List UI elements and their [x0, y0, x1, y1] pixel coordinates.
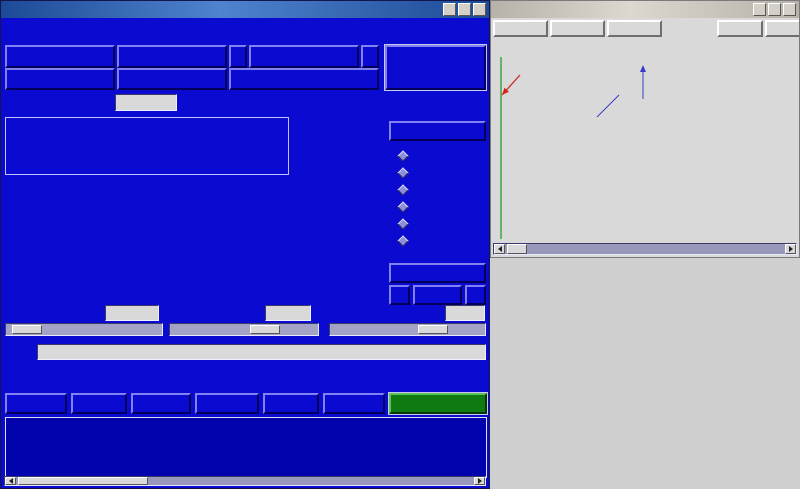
spindle-override-slider[interactable] — [329, 323, 486, 336]
reset-button[interactable] — [765, 20, 800, 37]
minimize-icon[interactable] — [753, 3, 766, 16]
scrollbar-thumb[interactable] — [507, 244, 527, 254]
close-icon[interactable] — [473, 3, 486, 16]
dro-axis-y[interactable] — [5, 183, 289, 231]
scroll-left-icon[interactable] — [494, 244, 505, 254]
slider-handle[interactable] — [250, 325, 280, 334]
radio-world[interactable] — [399, 234, 415, 248]
maximize-icon[interactable] — [768, 3, 781, 16]
desktop — [0, 0, 800, 489]
radio-diamond-icon — [397, 201, 408, 212]
pause-button[interactable] — [131, 393, 191, 414]
jog-plus-button[interactable] — [465, 285, 486, 305]
triangle-left-icon — [9, 478, 13, 484]
tkemc-window-controls — [443, 3, 489, 16]
step-button[interactable] — [263, 393, 319, 414]
tkemc-titlebar[interactable] — [1, 1, 489, 18]
axis-speed-value — [105, 305, 159, 321]
minimize-icon[interactable] — [443, 3, 456, 16]
triangle-right-icon — [478, 478, 482, 484]
view-yz-button[interactable] — [607, 20, 662, 37]
spindle-override-value — [445, 305, 485, 321]
slider-handle[interactable] — [12, 325, 42, 334]
verify-button[interactable] — [323, 393, 385, 414]
scroll-right-icon[interactable] — [785, 244, 796, 254]
spindle-decrease-button[interactable] — [229, 45, 247, 68]
feed-override-value — [265, 305, 311, 321]
resume-button[interactable] — [195, 393, 259, 414]
flood-toggle-button[interactable] — [117, 68, 227, 90]
tkemc-window — [0, 0, 490, 489]
backplot-wireframe — [493, 39, 799, 243]
brake-toggle-button[interactable] — [229, 68, 379, 90]
z-axis-arrowhead-icon — [640, 65, 646, 72]
triangle-left-icon — [498, 246, 502, 252]
backplot-canvas[interactable] — [493, 39, 799, 243]
jog-minus-button[interactable] — [389, 285, 410, 305]
feed-override-slider[interactable] — [169, 323, 319, 336]
optional-stop-button[interactable] — [389, 393, 487, 414]
radio-diamond-icon — [397, 167, 408, 178]
menubar — [1, 18, 489, 39]
dro-axis-z[interactable] — [5, 241, 289, 289]
jog-mode-button[interactable] — [389, 263, 486, 283]
mode-auto-button[interactable] — [5, 68, 115, 90]
override-limits-button[interactable] — [389, 121, 486, 141]
radio-diamond-icon — [397, 184, 408, 195]
radio-machine[interactable] — [399, 166, 415, 180]
scroll-right-icon[interactable] — [474, 477, 485, 485]
view-xy-button[interactable] — [493, 20, 548, 37]
abort-button[interactable] — [385, 45, 486, 90]
radio-diamond-icon — [397, 235, 408, 246]
scroll-left-icon[interactable] — [5, 477, 16, 485]
gcode-horizontal-scrollbar[interactable] — [4, 476, 486, 486]
mist-toggle-button[interactable] — [117, 45, 227, 68]
radio-commanded[interactable] — [399, 200, 415, 214]
machine-on-button[interactable] — [5, 45, 115, 68]
view-3d-button-active[interactable] — [664, 20, 712, 37]
spindle-toggle-button[interactable] — [249, 45, 359, 68]
spindle-increase-button[interactable] — [361, 45, 379, 68]
triangle-right-icon — [789, 246, 793, 252]
gcode-listing[interactable] — [5, 417, 487, 478]
radio-diamond-icon — [397, 218, 408, 229]
axis-speed-slider[interactable] — [5, 323, 163, 336]
radio-joint[interactable] — [399, 217, 415, 231]
radio-relative[interactable] — [399, 149, 415, 163]
backplot-horizontal-scrollbar[interactable] — [493, 243, 797, 255]
dro-axis-x[interactable] — [5, 117, 289, 175]
slider-handle[interactable] — [418, 325, 448, 334]
y-axis-arrow — [597, 95, 619, 117]
mdi-input[interactable] — [37, 344, 486, 360]
radio-diamond-icon — [397, 150, 408, 161]
radio-actual[interactable] — [399, 183, 415, 197]
scrollbar-thumb[interactable] — [18, 477, 148, 485]
setup-button[interactable] — [717, 20, 763, 37]
close-icon[interactable] — [783, 3, 796, 16]
open-button[interactable] — [5, 393, 67, 414]
home-button[interactable] — [413, 285, 462, 305]
view-xz-button[interactable] — [550, 20, 605, 37]
backplot-titlebar[interactable] — [491, 1, 799, 18]
maximize-icon[interactable] — [458, 3, 471, 16]
backplot-window — [490, 0, 800, 258]
tool-offset-field[interactable] — [115, 94, 177, 111]
backplot-window-controls — [753, 3, 799, 16]
run-button[interactable] — [71, 393, 127, 414]
